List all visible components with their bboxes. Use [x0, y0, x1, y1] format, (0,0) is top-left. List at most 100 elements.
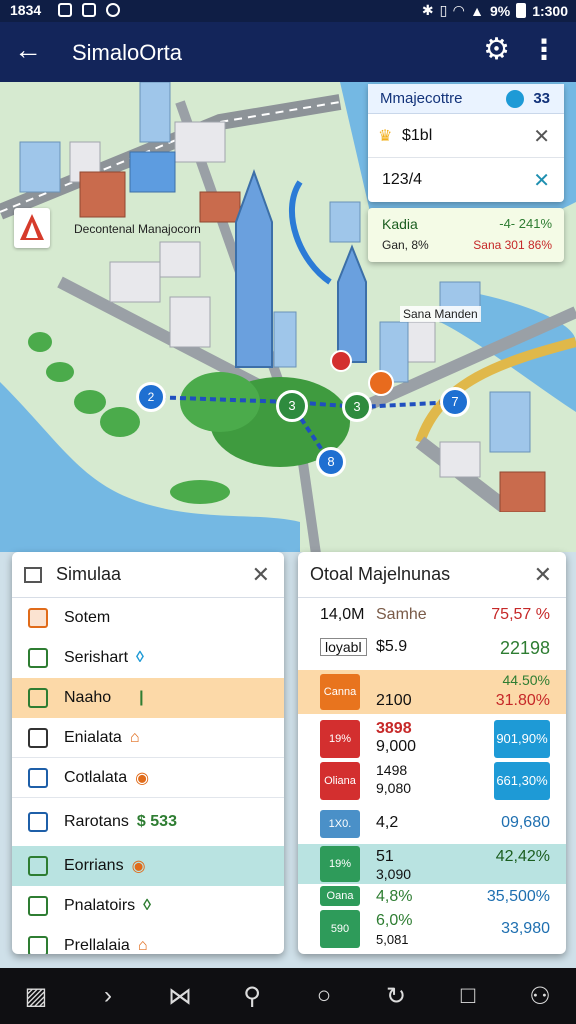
list-item-label: Naaho — [64, 689, 112, 706]
cell-c: 35,500% — [486, 888, 550, 905]
list-icon — [28, 608, 48, 628]
list-item[interactable]: Serishart ◊ — [12, 638, 284, 678]
list-item-label: Eorrians — [64, 857, 124, 874]
gallery-icon[interactable]: ▨ — [16, 982, 56, 1011]
more-vert-icon[interactable]: ⋮ — [530, 34, 558, 66]
music-icon — [82, 3, 96, 17]
cell-b2: 9,000 — [376, 738, 417, 755]
list-item[interactable]: Cotlalata ◉ — [12, 758, 284, 798]
close-icon[interactable]: ✕ — [533, 124, 550, 149]
city-map[interactable]: 2 3 3 7 8 Decontenal Manajocorn Sana Man… — [0, 82, 576, 968]
cell-a: 1X0. — [320, 810, 360, 838]
status-time: 1834 — [10, 2, 42, 18]
poi-label: Decontenal Manajocorn — [74, 222, 201, 236]
map-marker[interactable]: 7 — [440, 387, 470, 417]
pin-icon: ◉ — [131, 858, 146, 875]
status-bar: 1834 ✱ ▯ ◠ ▲ 9% 1:300 — [0, 0, 576, 22]
battery-icon — [516, 3, 527, 18]
folder-icon — [24, 566, 42, 583]
cell-c1: 44.50% — [502, 672, 550, 688]
user-icon[interactable]: ⚇ — [520, 982, 560, 1011]
refresh-icon[interactable]: ↻ — [376, 982, 416, 1011]
list-item-label: Enialata — [64, 728, 122, 746]
list-item[interactable]: Eorrians ◉ — [12, 846, 284, 886]
map-marker[interactable]: 3 — [276, 390, 308, 422]
cell-b: 4,8% — [376, 888, 413, 905]
gear-icon[interactable]: ⚙ — [483, 34, 510, 66]
list-item[interactable]: Sotem — [12, 598, 284, 638]
info-card-title: Mmajecottre — [380, 90, 463, 107]
vibrate-icon: ▯ — [439, 2, 448, 18]
list-item[interactable]: Rarotans $ 533 — [12, 798, 284, 846]
table-row[interactable]: 19% 51 3,090 42,42% — [298, 844, 566, 884]
cell-a: 14,0M — [320, 606, 365, 623]
crown-icon: ♛ — [378, 128, 393, 145]
list-item-label: Rarotans — [64, 813, 129, 830]
list-item[interactable]: Pnalatoirs ◊ — [12, 886, 284, 926]
right-panel-title: Otoal Majelnunas — [310, 564, 451, 584]
cell-a: 590 — [320, 910, 360, 948]
map-marker[interactable]: 8 — [316, 447, 346, 477]
home-icon[interactable]: ○ — [304, 982, 344, 1010]
square-icon[interactable]: □ — [448, 982, 488, 1010]
left-panel-title: Simulaa — [56, 564, 122, 584]
table-row[interactable]: Oana 590 4,8% 6,0% 5,081 35,500% 33,980 — [298, 886, 566, 952]
table-row[interactable]: Canna 2100 44.50% 31.80% — [298, 670, 566, 714]
chevron-right-icon[interactable]: › — [88, 982, 128, 1010]
cell-b2: 9,080 — [376, 780, 412, 796]
list-item-label: Sotem — [64, 609, 111, 626]
marker-label: 3 — [288, 398, 296, 413]
list-icon — [28, 727, 48, 748]
cell-b: 1498 — [376, 762, 408, 778]
house-icon: ⌂ — [137, 937, 148, 954]
search-icon[interactable]: ⚲ — [232, 982, 272, 1011]
battery-percent: 9% — [489, 2, 511, 19]
stat-card-right: Sana 301 86% — [473, 238, 552, 252]
table-row[interactable]: 19% Oliana 3898 9,000 1498 9,080 901,90%… — [298, 718, 566, 802]
cell-c: 901,90% — [494, 720, 550, 758]
cell-b2: 5,081 — [376, 932, 409, 947]
cell-a: 19% — [320, 846, 360, 882]
list-item[interactable]: Prellalaia ⌂ — [12, 926, 284, 954]
logo-icon — [14, 208, 50, 248]
wifi-icon: ◠ — [453, 2, 465, 18]
list-icon — [28, 856, 48, 876]
left-panel-header: Simulaa ✕ — [12, 552, 284, 598]
map-marker[interactable]: 3 — [342, 392, 372, 422]
close-icon[interactable]: ✕ — [533, 168, 550, 193]
list-icon — [28, 648, 48, 668]
close-icon[interactable]: ✕ — [252, 562, 270, 588]
bluetooth-icon: ✱ — [421, 2, 434, 18]
image-icon — [58, 3, 72, 17]
info-card[interactable]: Mmajecottre 33 ♛ $1bl ✕ 123/4 ✕ — [368, 84, 564, 202]
table-row[interactable]: 14,0M Samhe 75,57 % — [298, 602, 566, 632]
cell-c: 33,980 — [501, 920, 550, 937]
list-icon — [28, 812, 48, 832]
list-item-extra: $ 533 — [136, 813, 177, 830]
cell-a: 19% — [320, 720, 360, 758]
cell-c: 42,42% — [495, 848, 550, 865]
cell-a: Oana — [320, 886, 360, 906]
clock-icon — [106, 3, 120, 17]
back-arrow-icon[interactable]: ← — [14, 34, 42, 66]
list-icon — [28, 688, 48, 708]
info-card-badge: 33 — [533, 90, 550, 107]
list-item[interactable]: Enialata ⌂ — [12, 718, 284, 758]
table-row[interactable]: loyabl $5.9 22198 — [298, 634, 566, 666]
table-row[interactable]: 1X0. 4,2 09,680 — [298, 806, 566, 842]
info-dot-icon — [506, 90, 524, 108]
map-marker[interactable] — [368, 370, 394, 396]
list-item[interactable]: Naaho | — [12, 678, 284, 718]
cell-b: 6,0% — [376, 912, 413, 929]
list-item-label: Prellalaia — [64, 937, 130, 954]
map-marker[interactable]: 2 — [136, 382, 166, 412]
signal-icon: ▲ — [470, 2, 484, 19]
left-panel: Simulaa ✕ Sotem Serishart ◊ Naaho | Eniala… — [12, 552, 284, 954]
drop-icon: ◊ — [143, 897, 152, 914]
bowtie-icon[interactable]: ⋈ — [160, 982, 200, 1011]
map-marker[interactable] — [330, 350, 352, 372]
stat-card[interactable]: Kadia -4- 241% Gan, 8% Sana 301 86% — [368, 208, 564, 262]
close-icon[interactable]: ✕ — [534, 562, 552, 588]
cell-c: 09,680 — [501, 814, 550, 831]
poi-label: Sana Manden — [400, 306, 481, 322]
